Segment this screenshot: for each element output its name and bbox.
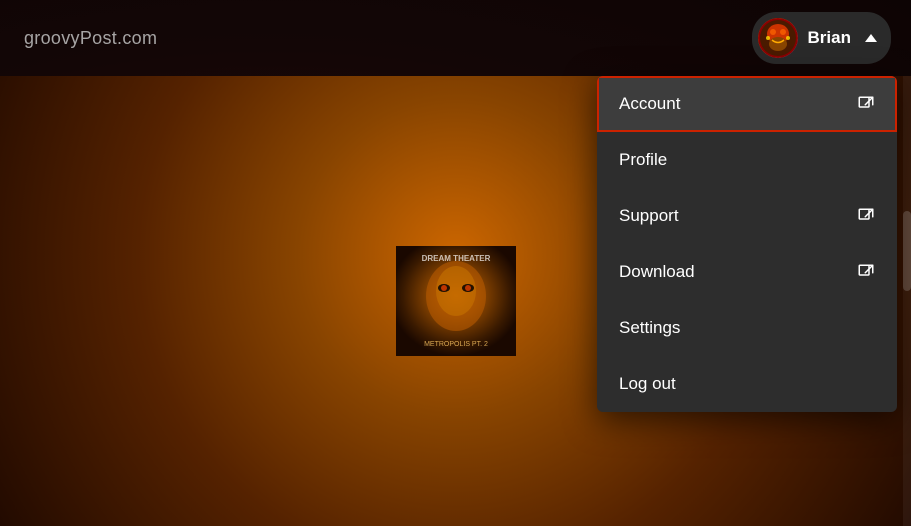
menu-item-settings[interactable]: Settings — [597, 300, 897, 356]
username-label: Brian — [808, 28, 851, 48]
scrollbar-track[interactable] — [903, 76, 911, 526]
scrollbar-thumb[interactable] — [903, 211, 911, 291]
menu-item-logout[interactable]: Log out — [597, 356, 897, 412]
avatar — [758, 18, 798, 58]
external-link-icon-account — [857, 95, 875, 113]
avatar-image — [758, 18, 798, 58]
user-dropdown-menu: Account Profile Support Download Setting… — [597, 76, 897, 412]
site-logo: groovyPost.com — [24, 28, 157, 49]
chevron-up-icon — [865, 34, 877, 42]
user-menu-button[interactable]: Brian — [752, 12, 891, 64]
menu-item-download[interactable]: Download — [597, 244, 897, 300]
menu-item-support[interactable]: Support — [597, 188, 897, 244]
header: groovyPost.com Brian — [0, 0, 911, 76]
menu-item-account[interactable]: Account — [597, 76, 897, 132]
menu-item-profile[interactable]: Profile — [597, 132, 897, 188]
external-link-icon-download — [857, 263, 875, 281]
album-art-dreamtheater[interactable]: DREAM THEATER METROPOLIS PT. 2 — [240, 236, 360, 346]
external-link-icon-support — [857, 207, 875, 225]
